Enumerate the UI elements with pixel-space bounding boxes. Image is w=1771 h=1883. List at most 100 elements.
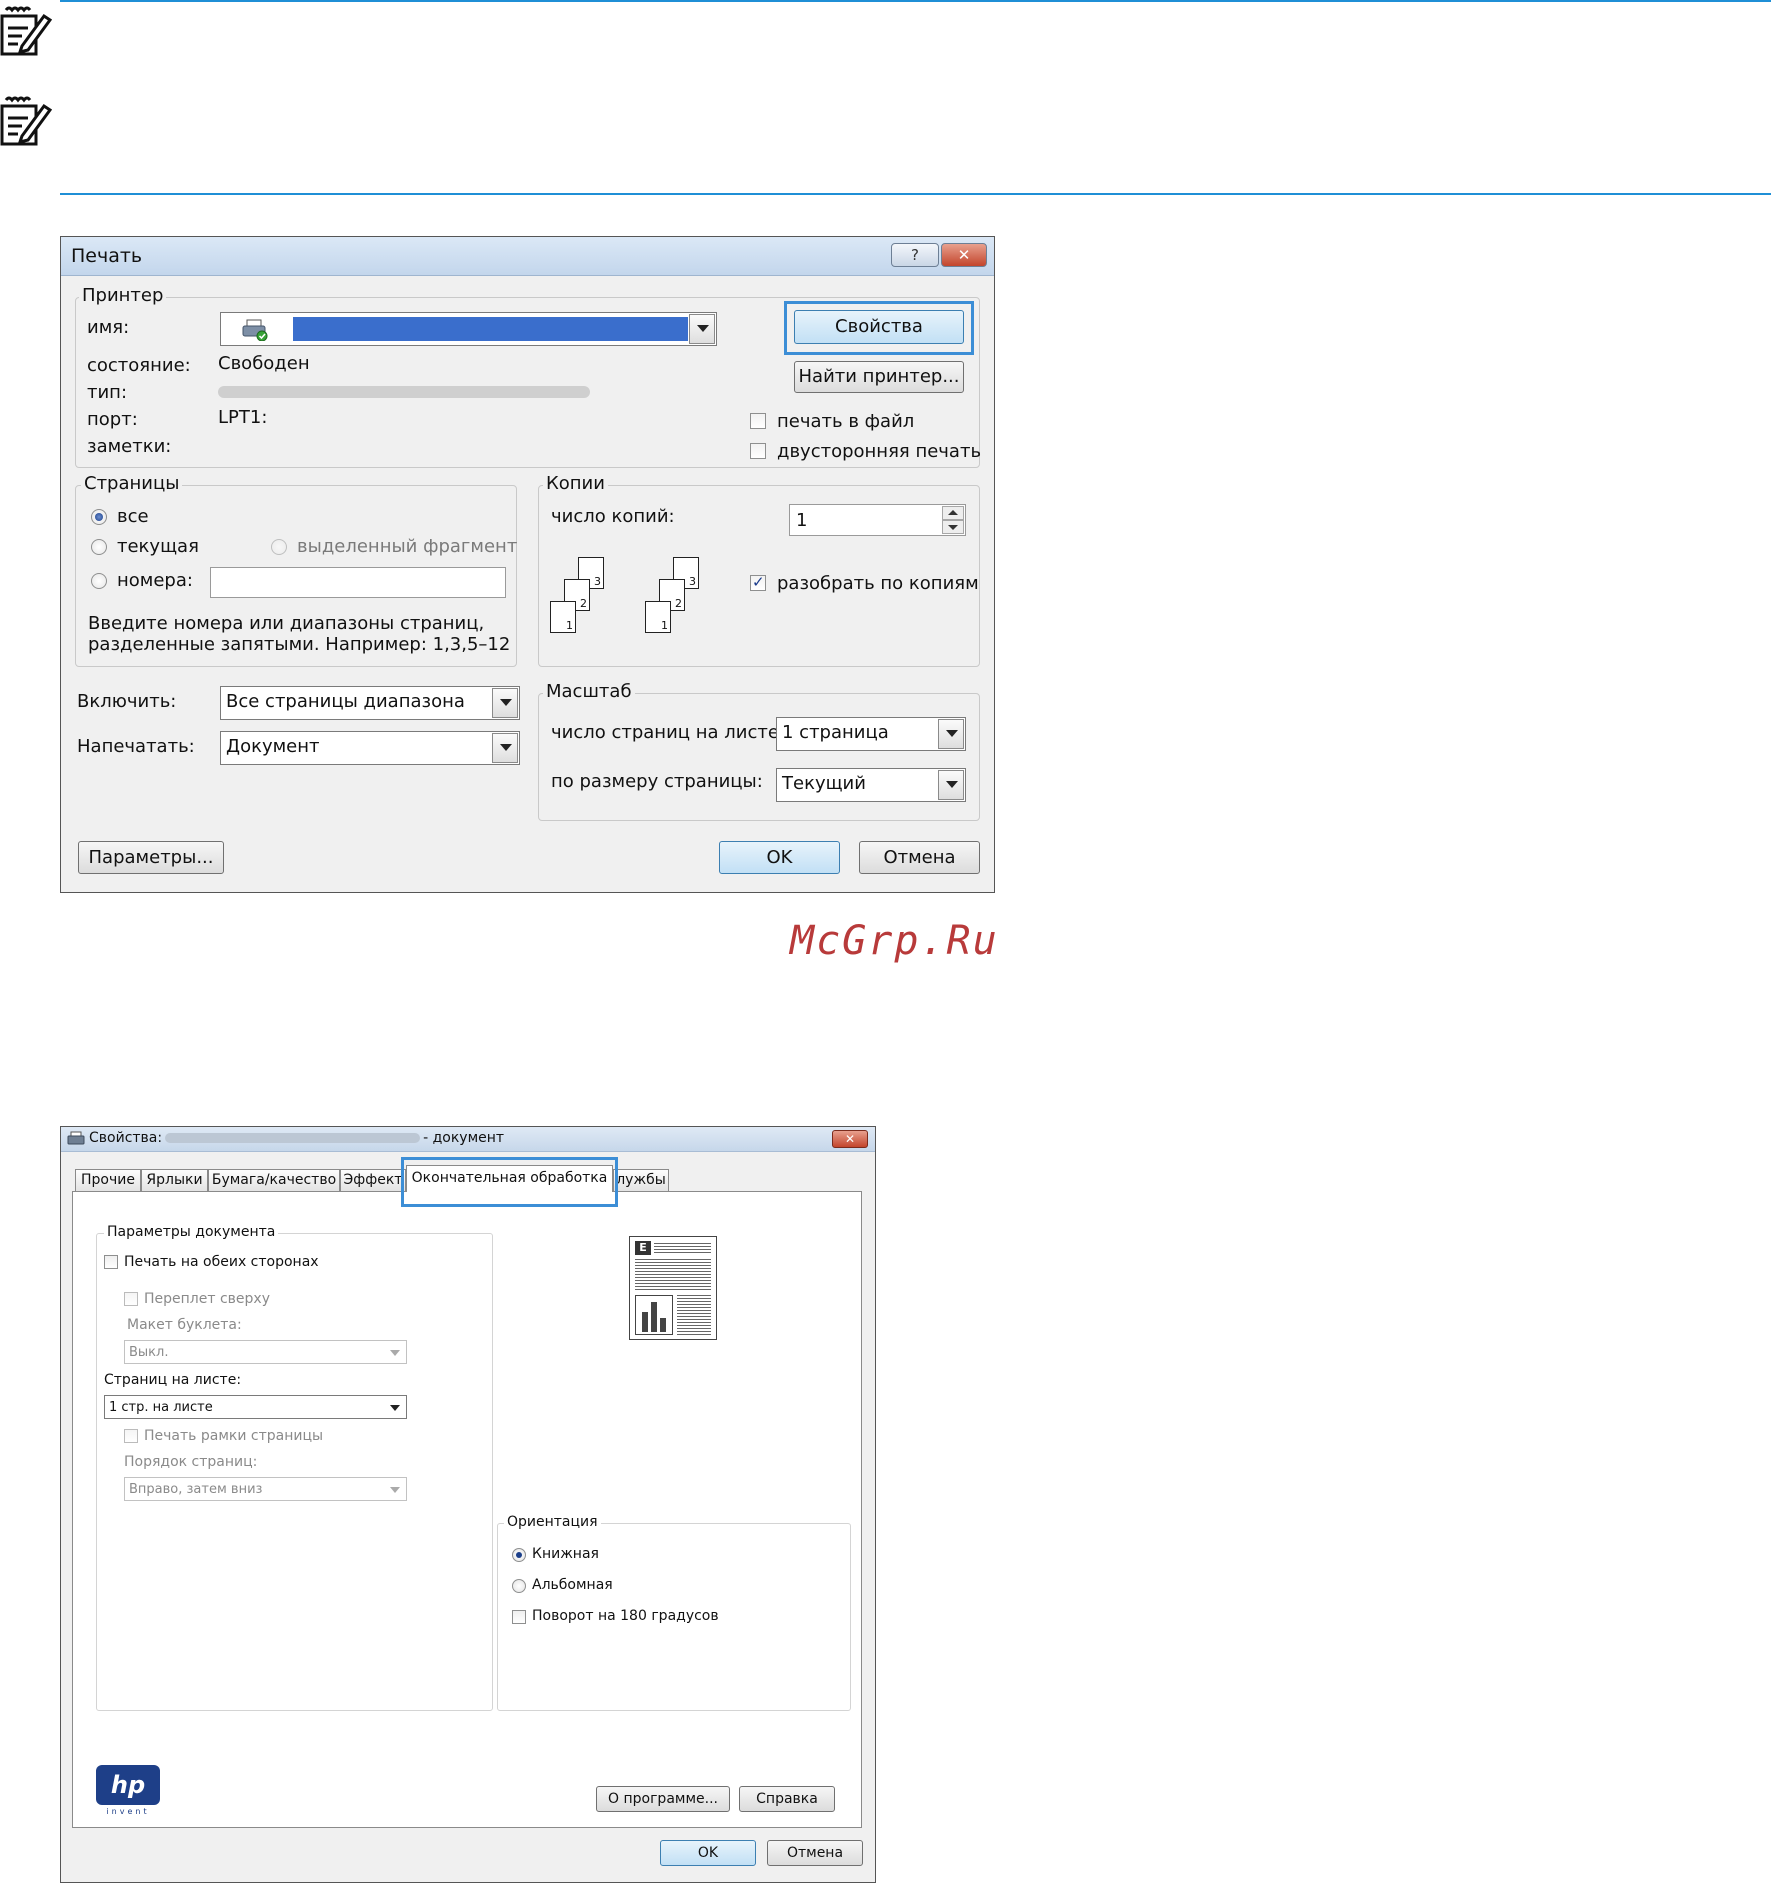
close-button[interactable]: ✕ [941,243,987,267]
collate-checkbox[interactable] [750,573,766,591]
pages-per-sheet-value: 1 страница [782,722,889,743]
port-label: порт: [87,409,138,430]
pages-numbers-label: номера: [117,570,193,591]
chevron-down-icon[interactable] [689,314,715,344]
type-value-blurred [218,386,590,398]
chevron-down-icon[interactable] [938,719,964,749]
page-order-label: Порядок страниц: [124,1454,258,1470]
chevron-down-icon[interactable] [938,770,964,800]
landscape-label: Альбомная [532,1577,613,1593]
section-rule [60,193,1771,195]
copies-legend: Копии [543,473,608,494]
type-label: тип: [87,382,128,403]
print-what-label: Напечатать: [77,736,195,757]
doc-options-legend: Параметры документа [104,1224,279,1240]
pages-current-radio[interactable] [91,539,107,555]
chevron-down-icon[interactable] [492,688,518,718]
pages-per-sheet-combo[interactable]: 1 стр. на листе [104,1395,407,1419]
cancel-button[interactable]: Отмена [859,841,980,874]
help-button[interactable]: Справка [739,1786,835,1812]
close-icon[interactable]: ✕ [832,1130,868,1148]
flip-up-label: Переплет сверху [144,1291,270,1307]
booklet-layout-value: Выкл. [129,1345,169,1360]
pages-per-sheet-label: Страниц на листе: [104,1372,242,1388]
spinner-down-icon[interactable] [942,520,964,534]
properties-button[interactable]: Свойства [794,310,964,344]
tab-services[interactable]: лужбы [613,1169,669,1191]
pages-per-sheet-label: число страниц на листе: [551,722,785,743]
print-both-sides-checkbox[interactable] [104,1255,118,1269]
include-combo[interactable]: Все страницы диапазона [220,686,520,720]
pages-all-label: все [117,506,149,527]
print-what-value: Документ [226,736,320,757]
finishing-tab-highlight [401,1157,618,1207]
printer-name-selected-blurred [293,317,688,341]
options-button[interactable]: Параметры... [78,841,224,874]
top-rule [60,0,1771,2]
pages-per-sheet-combo[interactable]: 1 страница [776,717,966,751]
print-page-borders-checkbox[interactable] [124,1429,138,1443]
chevron-down-icon[interactable] [492,733,518,763]
pages-per-sheet-value: 1 стр. на листе [109,1400,213,1415]
status-value: Свободен [218,353,310,374]
port-value: LPT1: [218,407,268,428]
printer-icon [242,319,268,341]
scale-combo[interactable]: Текущий [776,768,966,802]
properties-titlebar: Свойства: - документ ✕ [61,1127,875,1152]
finishing-tab-panel: Параметры документа Печать на обеих стор… [72,1191,862,1828]
tab-shortcuts[interactable]: Ярлыки [141,1169,208,1191]
tab-paper-quality[interactable]: Бумага/качество [208,1169,340,1191]
scale-value: Текущий [782,773,866,794]
print-to-file-label: печать в файл [777,411,915,432]
copies-count-value: 1 [796,510,808,531]
scale-label: по размеру страницы: [551,771,763,792]
pages-hint-line1: Введите номера или диапазоны страниц, [88,613,485,634]
cancel-button[interactable]: Отмена [767,1840,863,1866]
printer-name-blurred [165,1133,421,1143]
include-label: Включить: [77,691,177,712]
landscape-radio[interactable] [512,1579,526,1593]
copies-count-spinner[interactable]: 1 [789,504,966,536]
tab-effects[interactable]: Эффект [340,1169,406,1191]
page-order-combo[interactable]: Вправо, затем вниз [124,1477,407,1501]
printer-name-combo[interactable] [220,312,717,346]
tab-other[interactable]: Прочие [75,1169,141,1191]
pages-all-radio[interactable] [91,509,107,525]
portrait-radio[interactable] [512,1548,526,1562]
print-what-combo[interactable]: Документ [220,731,520,765]
booklet-layout-label: Макет буклета: [127,1317,242,1333]
ok-button[interactable]: OK [719,841,840,874]
rotate180-label: Поворот на 180 градусов [532,1608,719,1624]
collate-label: разобрать по копиям [777,573,979,594]
preview-letter: E [635,1241,651,1255]
pages-numbers-input[interactable] [210,567,506,598]
zoom-legend: Масштаб [543,681,635,702]
print-dialog: Печать ? ✕ Принтер имя: состояние: Свобо… [60,236,995,893]
duplex-label: двусторонняя печать [777,441,982,462]
help-button[interactable]: ? [891,243,939,267]
collate-illustration-set2: 3 2 1 [645,557,715,647]
printer-icon [67,1131,85,1145]
pages-hint-line2: разделенные запятыми. Например: 1,3,5–12 [88,634,511,655]
orientation-legend: Ориентация [504,1514,601,1530]
pages-numbers-radio[interactable] [91,573,107,589]
duplex-checkbox[interactable] [750,443,766,459]
flip-up-checkbox[interactable] [124,1292,138,1306]
page-icon: 1 [645,601,671,633]
spinner-up-icon[interactable] [942,506,964,520]
page-order-value: Вправо, затем вниз [129,1482,263,1497]
print-to-file-checkbox[interactable] [750,413,766,429]
booklet-layout-combo[interactable]: Выкл. [124,1340,407,1364]
pages-selection-label: выделенный фрагмент [297,536,518,557]
watermark-text: McGrp.Ru [790,918,999,964]
ok-button[interactable]: OK [660,1840,756,1866]
print-dialog-title: Печать [71,245,143,267]
page-icon: 1 [550,601,576,633]
rotate180-checkbox[interactable] [512,1610,526,1624]
pages-selection-radio[interactable] [271,539,287,555]
include-value: Все страницы диапазона [226,691,465,712]
about-button[interactable]: О программе... [596,1786,730,1812]
note-icon [0,6,52,56]
find-printer-button[interactable]: Найти принтер... [794,361,964,393]
print-page-borders-label: Печать рамки страницы [144,1428,324,1444]
